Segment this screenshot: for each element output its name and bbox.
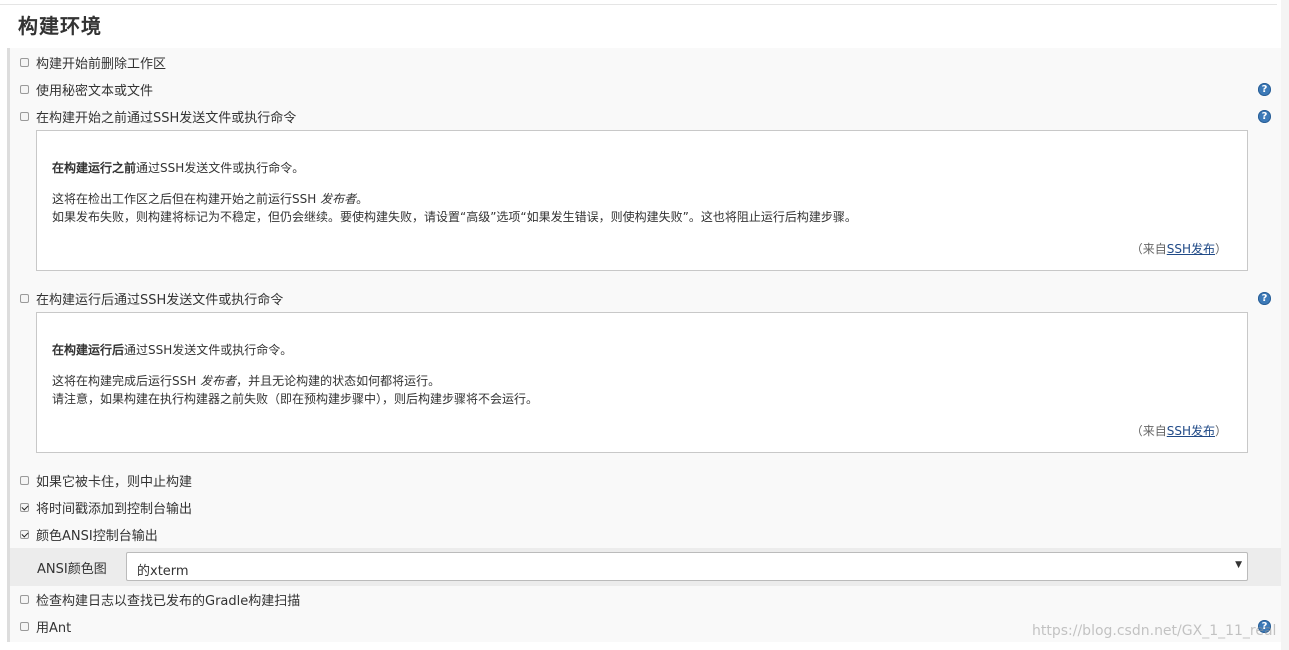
top-divider <box>0 4 1277 5</box>
ssh-after-label[interactable]: 在构建运行后通过SSH发送文件或执行命令 <box>36 289 283 308</box>
ssh-before-help-icon[interactable]: ? <box>1258 110 1271 123</box>
ssh-before-label[interactable]: 在构建开始之前通过SSH发送文件或执行命令 <box>36 107 296 126</box>
ssh-after-help-box: 在构建运行后通过SSH发送文件或执行命令。 这将在构建完成后运行SSH 发布者，… <box>36 312 1248 453</box>
ssh-before-help-box: 在构建运行之前通过SSH发送文件或执行命令。 这将在检出工作区之后但在构建开始之… <box>36 130 1248 271</box>
ssh-after-checkbox[interactable] <box>20 293 29 303</box>
help-after-source-suffix: ） <box>1214 424 1227 438</box>
ansi-colormap-value: 的xterm <box>137 564 189 579</box>
help-before-source: （来自SSH发布） <box>1131 240 1227 257</box>
help-after-title-bold: 在构建运行后 <box>52 343 125 357</box>
secret-text-help-icon[interactable]: ? <box>1258 83 1271 96</box>
help-after-title-rest: 通过SSH发送文件或执行命令。 <box>124 343 293 357</box>
ansi-colormap-select[interactable]: 的xterm ▼ <box>126 552 1248 581</box>
help-before-line1-text: 这将在检出工作区之后但在构建开始之前运行SSH <box>52 192 321 206</box>
use-ant-checkbox[interactable] <box>20 621 29 631</box>
help-before-source-suffix: ） <box>1214 242 1227 256</box>
gradle-scan-label[interactable]: 检查构建日志以查找已发布的Gradle构建扫描 <box>36 590 300 609</box>
help-after-line1-text: 这将在构建完成后运行SSH <box>52 374 201 388</box>
right-scroll-edge <box>1281 0 1289 650</box>
help-after-line1: 这将在构建完成后运行SSH 发布者，并且无论构建的状态如何都将运行。 <box>52 372 440 389</box>
ansi-color-label[interactable]: 颜色ANSI控制台输出 <box>36 525 158 544</box>
secret-text-label[interactable]: 使用秘密文本或文件 <box>36 80 153 99</box>
help-after-title: 在构建运行后通过SSH发送文件或执行命令。 <box>52 341 292 358</box>
help-after-source: （来自SSH发布） <box>1131 422 1227 439</box>
help-after-publisher: 发布者 <box>200 374 237 388</box>
help-after-line1-end: ，并且无论构建的状态如何都将运行。 <box>236 374 441 388</box>
ansi-colormap-label: ANSI颜色图 <box>37 562 107 577</box>
help-after-line2: 请注意，如果构建在执行构建器之前失败（即在预构建步骤中），则后构建步骤将不会运行… <box>52 392 539 406</box>
help-after-source-prefix: （来自 <box>1130 424 1167 438</box>
use-ant-label[interactable]: 用Ant <box>36 617 71 636</box>
gradle-scan-checkbox[interactable] <box>20 594 29 604</box>
abort-stuck-checkbox[interactable] <box>20 475 29 485</box>
abort-stuck-label[interactable]: 如果它被卡住，则中止构建 <box>36 471 192 490</box>
timestamps-checkbox[interactable] <box>20 502 29 512</box>
secret-text-checkbox[interactable] <box>20 84 29 94</box>
ssh-publish-link[interactable]: SSH发布 <box>1167 424 1215 438</box>
help-before-line1-end: 。 <box>356 192 369 206</box>
timestamps-label[interactable]: 将时间戳添加到控制台输出 <box>36 498 192 517</box>
ansi-colormap-row: ANSI颜色图 的xterm ▼ <box>10 548 1281 586</box>
help-before-line1: 这将在检出工作区之后但在构建开始之前运行SSH 发布者。 <box>52 190 368 207</box>
watermark: https://blog.csdn.net/GX_1_11_real <box>1032 623 1277 639</box>
help-before-title-rest: 通过SSH发送文件或执行命令。 <box>136 161 305 175</box>
section-title: 构建环境 <box>18 14 102 38</box>
delete-workspace-checkbox[interactable] <box>20 57 29 67</box>
ssh-publish-link[interactable]: SSH发布 <box>1167 242 1215 256</box>
help-before-publisher: 发布者 <box>320 192 357 206</box>
help-before-source-prefix: （来自 <box>1130 242 1167 256</box>
delete-workspace-label[interactable]: 构建开始前删除工作区 <box>36 53 166 72</box>
help-before-line2: 如果发布失败，则构建将标记为不稳定，但仍会继续。要使构建失败，请设置“高级”选项… <box>52 210 857 224</box>
help-before-title: 在构建运行之前通过SSH发送文件或执行命令。 <box>52 159 304 176</box>
ssh-before-checkbox[interactable] <box>20 111 29 121</box>
ansi-color-checkbox[interactable] <box>20 529 29 539</box>
ssh-after-help-icon[interactable]: ? <box>1258 292 1271 305</box>
help-before-title-bold: 在构建运行之前 <box>52 161 137 175</box>
dropdown-arrow-icon: ▼ <box>1235 560 1242 570</box>
